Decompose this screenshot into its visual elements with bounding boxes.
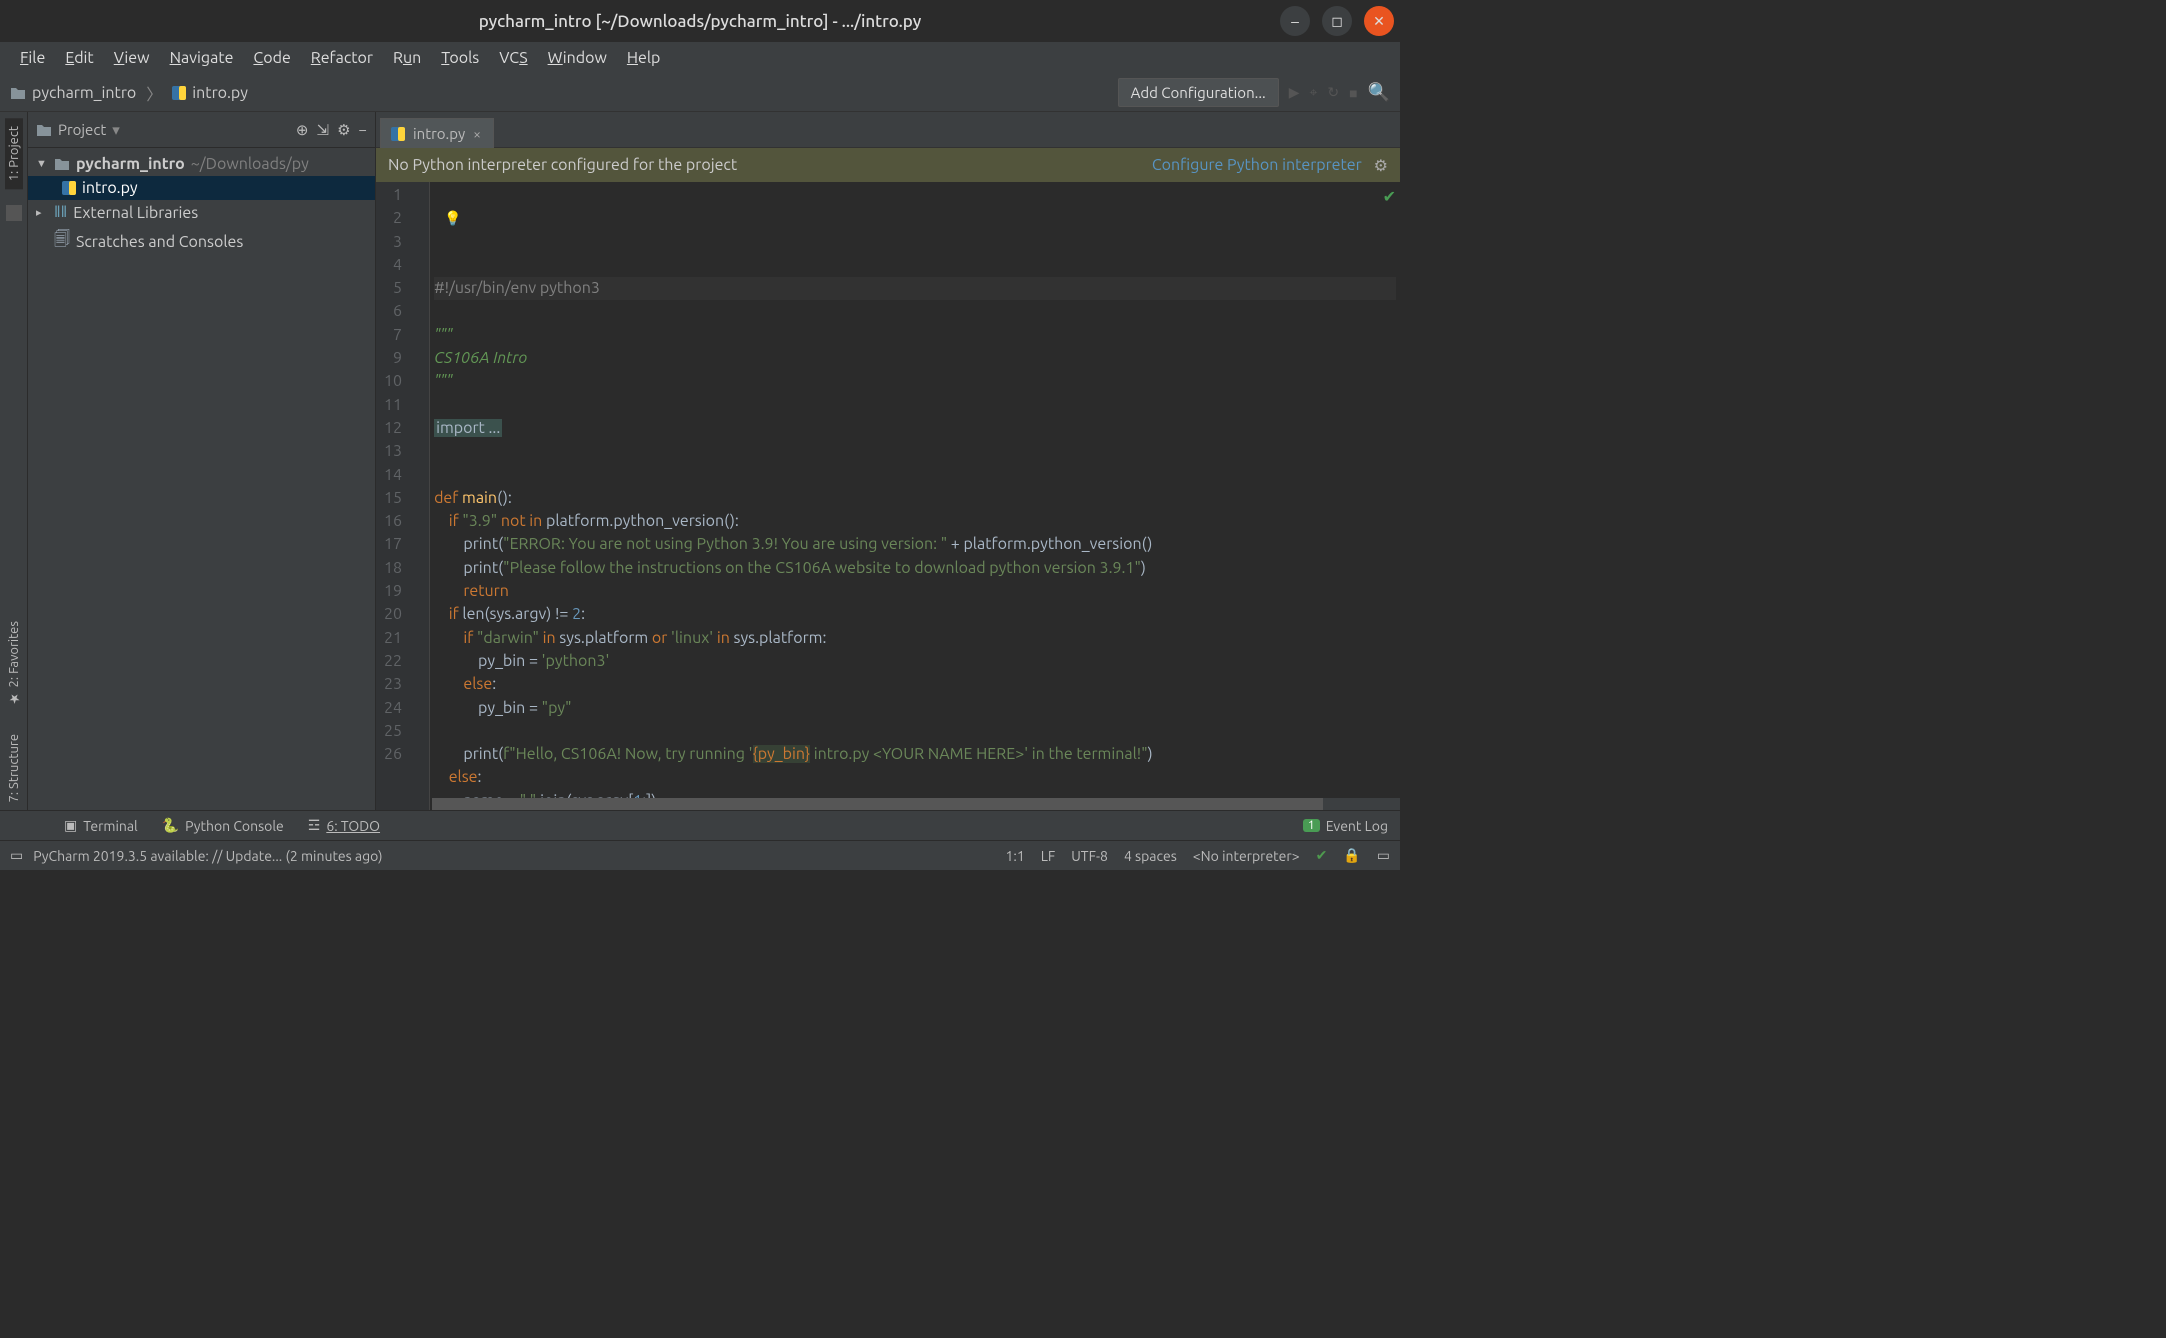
editor-body[interactable]: 1234567910111213141516171819202122232425… — [376, 182, 1400, 810]
search-icon[interactable]: 🔍 — [1368, 82, 1390, 103]
coverage-icon[interactable]: ↻ — [1327, 84, 1339, 101]
breadcrumb-project[interactable]: pycharm_intro — [10, 84, 136, 102]
breadcrumb-project-label: pycharm_intro — [32, 84, 136, 102]
editor-tab-intro[interactable]: intro.py × — [380, 118, 494, 148]
main-split: 1: Project ★ 2: Favorites 7: Structure P… — [0, 112, 1400, 810]
project-panel: Project ▾ ⊕ ⇲ ⚙ − ▼ pycharm_intro ~/Down… — [28, 112, 376, 810]
status-caret[interactable]: 1:1 — [1006, 848, 1025, 864]
tree-scratches[interactable]: 🗐 Scratches and Consoles — [28, 225, 375, 258]
intention-bulb-icon[interactable]: 💡 — [444, 207, 461, 230]
sidebar-tab-project[interactable]: 1: Project — [5, 118, 23, 189]
titlebar: pycharm_intro [~/Downloads/pycharm_intro… — [0, 0, 1400, 42]
interpreter-warning-banner: No Python interpreter configured for the… — [376, 148, 1400, 182]
menubar: File Edit View Navigate Code Refactor Ru… — [0, 42, 1400, 74]
inspection-ok-icon: ✔ — [1383, 186, 1396, 209]
editor-area: intro.py × No Python interpreter configu… — [376, 112, 1400, 810]
banner-gear-icon[interactable]: ⚙ — [1374, 156, 1388, 175]
tool-tab-event-log[interactable]: Event Log — [1326, 818, 1388, 834]
python-icon: 🐍 — [162, 817, 179, 834]
terminal-icon: ▣ — [64, 817, 77, 834]
status-interpreter[interactable]: <No interpreter> — [1193, 848, 1300, 864]
menu-tools[interactable]: Tools — [433, 45, 487, 71]
tree-root-path: ~/Downloads/py — [191, 155, 309, 173]
status-line-sep[interactable]: LF — [1041, 848, 1056, 864]
menu-help[interactable]: Help — [619, 45, 669, 71]
project-tree[interactable]: ▼ pycharm_intro ~/Downloads/py intro.py … — [28, 148, 375, 810]
sidebar-square-icon[interactable] — [6, 205, 22, 221]
lock-icon[interactable]: 🔒 — [1343, 847, 1360, 864]
todo-icon: ☲ — [308, 817, 321, 834]
menu-code[interactable]: Code — [245, 45, 298, 71]
status-menu-icon[interactable]: ▭ — [1377, 847, 1390, 864]
line-number-gutter: 1234567910111213141516171819202122232425… — [376, 182, 416, 810]
banner-message: No Python interpreter configured for the… — [388, 156, 737, 174]
editor-tabbar: intro.py × — [376, 112, 1400, 148]
status-check-icon[interactable]: ✔ — [1316, 847, 1328, 864]
menu-edit[interactable]: Edit — [57, 45, 101, 71]
debug-icon[interactable]: ⌖ — [1309, 84, 1317, 101]
tool-tab-todo[interactable]: ☲ 6: TODO — [308, 817, 380, 834]
bottom-tool-tabs: ▣ Terminal 🐍 Python Console ☲ 6: TODO 1 … — [0, 810, 1400, 840]
breadcrumb-file-label: intro.py — [192, 84, 248, 102]
stop-icon[interactable]: ■ — [1349, 85, 1357, 101]
tree-root[interactable]: ▼ pycharm_intro ~/Downloads/py — [28, 152, 375, 176]
statusbar: ▭ PyCharm 2019.3.5 available: // Update.… — [0, 840, 1400, 870]
run-icon[interactable]: ▶ — [1289, 84, 1300, 101]
close-button[interactable]: ✕ — [1364, 6, 1394, 36]
navbar: pycharm_intro 〉 intro.py Add Configurati… — [0, 74, 1400, 112]
scratches-icon: 🗐 — [54, 228, 70, 255]
project-panel-title: Project — [58, 121, 106, 138]
fold-gutter[interactable] — [416, 182, 430, 810]
status-update-message[interactable]: PyCharm 2019.3.5 available: // Update...… — [33, 848, 382, 864]
menu-navigate[interactable]: Navigate — [162, 45, 242, 71]
status-encoding[interactable]: UTF-8 — [1071, 848, 1108, 864]
menu-vcs[interactable]: VCS — [491, 45, 535, 71]
breadcrumb-file[interactable]: intro.py — [172, 84, 248, 102]
tree-external-label: External Libraries — [73, 204, 198, 222]
window-title: pycharm_intro [~/Downloads/pycharm_intro… — [479, 12, 922, 31]
close-tab-icon[interactable]: × — [473, 126, 481, 142]
event-log-badge: 1 — [1303, 819, 1320, 832]
configure-interpreter-link[interactable]: Configure Python interpreter — [1152, 156, 1362, 174]
status-rect-icon[interactable]: ▭ — [10, 847, 23, 864]
status-indent[interactable]: 4 spaces — [1124, 848, 1177, 864]
sidebar-tab-structure[interactable]: 7: Structure — [5, 726, 23, 810]
tree-scratches-label: Scratches and Consoles — [76, 233, 243, 251]
tree-file-intro[interactable]: intro.py — [28, 176, 375, 200]
settings-icon[interactable]: ⚙ — [337, 121, 350, 139]
menu-refactor[interactable]: Refactor — [303, 45, 381, 71]
editor-tab-label: intro.py — [413, 125, 465, 142]
locate-icon[interactable]: ⊕ — [296, 121, 309, 139]
tool-tab-terminal[interactable]: ▣ Terminal — [64, 817, 138, 834]
tree-file-label: intro.py — [82, 179, 138, 197]
menu-window[interactable]: Window — [540, 45, 615, 71]
code-content[interactable]: 💡 ✔ #!/usr/bin/env python3 """CS106A Int… — [430, 182, 1400, 810]
menu-file[interactable]: File — [12, 45, 53, 71]
minimize-button[interactable]: ‒ — [1280, 6, 1310, 36]
horizontal-scrollbar[interactable] — [432, 798, 1400, 810]
tree-external-libraries[interactable]: ▸ ‖‖ External Libraries — [28, 200, 375, 225]
breadcrumb-sep: 〉 — [146, 81, 162, 105]
tree-root-name: pycharm_intro — [76, 155, 185, 173]
sidebar-tab-favorites[interactable]: ★ 2: Favorites — [4, 613, 23, 713]
project-panel-header: Project ▾ ⊕ ⇲ ⚙ − — [28, 112, 375, 148]
hide-icon[interactable]: − — [359, 121, 367, 138]
maximize-button[interactable]: ◻ — [1322, 6, 1352, 36]
tool-tab-python-console[interactable]: 🐍 Python Console — [162, 817, 284, 834]
collapse-icon[interactable]: ⇲ — [317, 121, 330, 139]
menu-view[interactable]: View — [106, 45, 158, 71]
run-config-button[interactable]: Add Configuration... — [1118, 78, 1279, 107]
left-tool-stripe: 1: Project ★ 2: Favorites 7: Structure — [0, 112, 28, 810]
libraries-icon: ‖‖ — [54, 203, 67, 222]
menu-run[interactable]: Run — [385, 45, 429, 71]
